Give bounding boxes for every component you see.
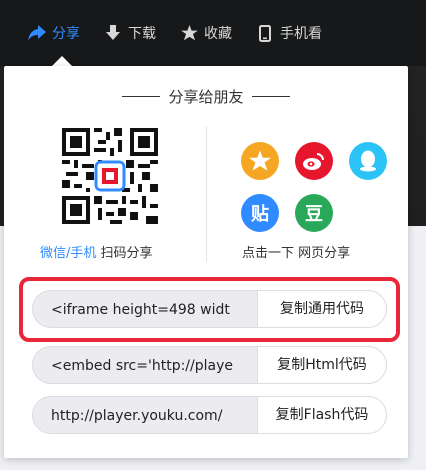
tab-mobile[interactable]: 手机看 bbox=[256, 23, 322, 43]
tab-favorite-label: 收藏 bbox=[204, 26, 232, 42]
copy-flash-code-button[interactable]: 复制Flash代码 bbox=[257, 397, 386, 433]
embed-code-row-flash: http://player.youku.com/ 复制Flash代码 bbox=[32, 396, 387, 434]
share-divider bbox=[206, 126, 207, 262]
tab-favorite[interactable]: 收藏 bbox=[180, 23, 232, 43]
popover-caret bbox=[52, 56, 72, 66]
tab-download-label: 下载 bbox=[128, 26, 156, 42]
tab-share-label: 分享 bbox=[52, 26, 80, 42]
embed-flash-input[interactable]: http://player.youku.com/ bbox=[51, 397, 261, 433]
web-share-caption: 点击一下 网页分享 bbox=[242, 246, 351, 261]
phone-icon bbox=[256, 24, 274, 42]
tab-mobile-label: 手机看 bbox=[280, 26, 322, 42]
douban-share-icon[interactable]: 豆 bbox=[295, 194, 333, 232]
embed-html-input[interactable]: <embed src='http://playe bbox=[51, 347, 261, 383]
qr-caption-text: 扫码分享 bbox=[96, 246, 153, 261]
highlight-box bbox=[19, 277, 400, 342]
share-popover: 分享给朋友 微信/手机 扫码分享 贴 豆 点击一下 网页分享 <iframe h… bbox=[4, 66, 408, 458]
star-icon bbox=[180, 24, 198, 42]
share-arrow-icon bbox=[28, 24, 46, 42]
qr-caption: 微信/手机 扫码分享 bbox=[40, 242, 153, 261]
qr-code bbox=[62, 128, 158, 224]
qzone-share-icon[interactable] bbox=[241, 142, 279, 180]
share-title-row: 分享给朋友 bbox=[4, 86, 408, 107]
title-divider-left bbox=[122, 96, 161, 97]
qr-caption-link[interactable]: 微信/手机 bbox=[40, 246, 96, 261]
copy-html-code-button[interactable]: 复制Html代码 bbox=[257, 347, 386, 383]
embed-code-row-html: <embed src='http://playe 复制Html代码 bbox=[32, 346, 387, 384]
share-title: 分享给朋友 bbox=[168, 88, 244, 106]
tab-download[interactable]: 下载 bbox=[104, 23, 156, 43]
tieba-share-icon[interactable]: 贴 bbox=[241, 194, 279, 232]
download-icon bbox=[104, 24, 122, 42]
weibo-share-icon[interactable] bbox=[295, 142, 333, 180]
title-divider-right bbox=[251, 96, 290, 97]
tab-share[interactable]: 分享 bbox=[28, 23, 80, 43]
qq-share-icon[interactable] bbox=[349, 142, 387, 180]
